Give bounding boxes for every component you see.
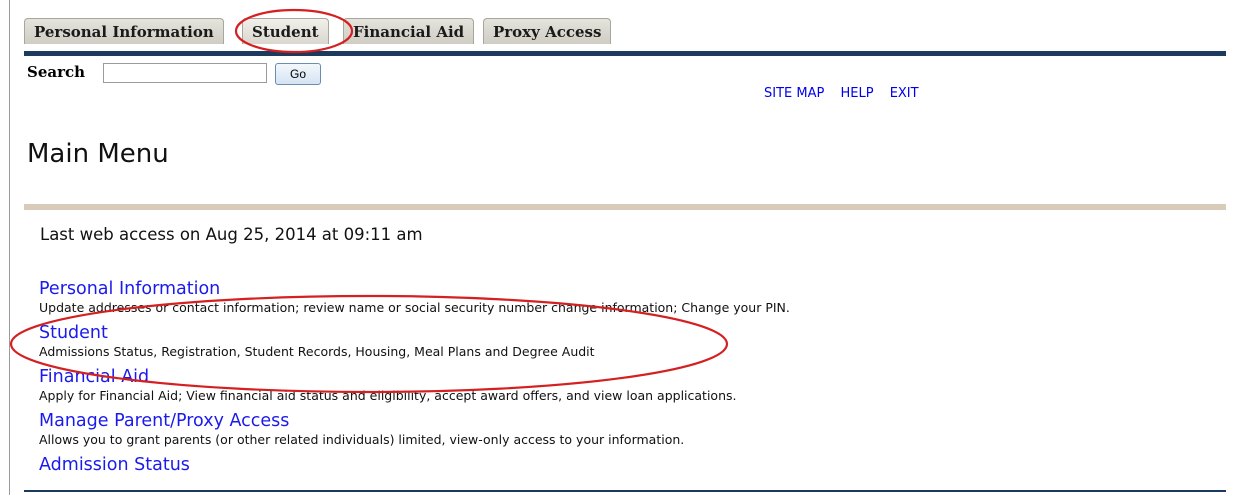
main-menu-list: Personal Information Update addresses or… xyxy=(39,278,1219,495)
search-input[interactable] xyxy=(103,63,267,83)
menu-item-admission-status: Admission Status xyxy=(39,454,1219,495)
menu-item-description: Admissions Status, Registration, Student… xyxy=(39,344,595,359)
personal-information-link[interactable]: Personal Information xyxy=(39,278,1219,300)
tab-financial-aid[interactable]: Financial Aid xyxy=(343,18,475,44)
search-label: Search xyxy=(27,63,86,81)
left-border xyxy=(9,0,10,495)
menu-item-student: Student Admissions Status, Registration,… xyxy=(39,322,1219,366)
tab-proxy-access[interactable]: Proxy Access xyxy=(483,18,612,44)
menu-item-personal-information: Personal Information Update addresses or… xyxy=(39,278,1219,322)
menu-item-description: Apply for Financial Aid; View financial … xyxy=(39,388,737,403)
go-button[interactable]: Go xyxy=(275,63,321,85)
admission-status-link[interactable]: Admission Status xyxy=(39,454,1219,476)
tab-personal-information[interactable]: Personal Information xyxy=(24,18,224,44)
exit-link[interactable]: EXIT xyxy=(890,86,919,101)
top-links: SITE MAP HELP EXIT xyxy=(764,86,931,101)
last-access-text: Last web access on Aug 25, 2014 at 09:11… xyxy=(40,225,423,244)
bottom-divider xyxy=(24,490,1226,492)
menu-item-description: Update addresses or contact information;… xyxy=(39,300,790,315)
financial-aid-link[interactable]: Financial Aid xyxy=(39,366,1219,388)
menu-item-financial-aid: Financial Aid Apply for Financial Aid; V… xyxy=(39,366,1219,410)
help-link[interactable]: HELP xyxy=(840,86,873,101)
menu-item-proxy-access: Manage Parent/Proxy Access Allows you to… xyxy=(39,410,1219,454)
student-link[interactable]: Student xyxy=(39,322,1219,344)
page: Personal Information Student Financial A… xyxy=(0,0,1253,495)
tab-student[interactable]: Student xyxy=(242,18,329,44)
page-title: Main Menu xyxy=(27,139,169,169)
site-map-link[interactable]: SITE MAP xyxy=(764,86,824,101)
tab-divider xyxy=(24,51,1226,56)
menu-item-description: Allows you to grant parents (or other re… xyxy=(39,432,685,447)
manage-proxy-access-link[interactable]: Manage Parent/Proxy Access xyxy=(39,410,1219,432)
title-divider xyxy=(24,204,1226,210)
